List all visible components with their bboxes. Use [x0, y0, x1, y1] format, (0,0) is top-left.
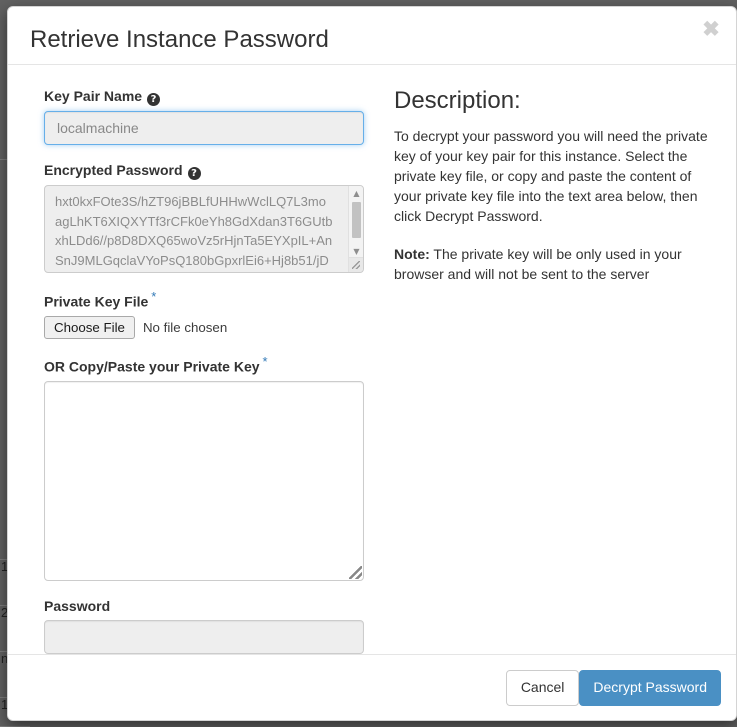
scrollbar-thumb[interactable]: [352, 202, 361, 238]
encrypted-password-textarea[interactable]: hxt0kxFOte3S/hZT96jBBLfUHHwWclLQ7L3moagL…: [44, 185, 364, 273]
description-note: Note: The private key will be only used …: [394, 244, 719, 284]
private-key-paste-label-text: OR Copy/Paste your Private Key: [44, 358, 260, 375]
textarea-resize-handle[interactable]: [349, 565, 362, 579]
file-status-text: No file chosen: [142, 320, 228, 336]
keypair-name-input[interactable]: [44, 111, 364, 145]
cancel-button[interactable]: Cancel: [505, 670, 580, 706]
note-label: Note:: [394, 245, 430, 262]
note-body: The private key will be only used in you…: [394, 245, 682, 282]
textarea-scrollbar[interactable]: ▲ ▼: [348, 186, 363, 259]
encrypted-password-value: hxt0kxFOte3S/hZT96jBBLfUHHwWclLQ7L3moagL…: [55, 194, 333, 268]
form-column: Key Pair Name? Encrypted Password? hxt0k…: [44, 87, 364, 654]
private-key-paste-label: OR Copy/Paste your Private Key *: [44, 354, 364, 376]
textarea-resize-handle[interactable]: [348, 257, 363, 272]
dialog-header: Retrieve Instance Password ✖: [8, 7, 736, 65]
footer-button-group: Cancel Decrypt Password: [505, 670, 721, 706]
decrypt-password-button[interactable]: Decrypt Password: [579, 670, 721, 706]
encrypted-password-label: Encrypted Password?: [44, 161, 364, 180]
private-key-textarea-wrap: [44, 380, 364, 581]
close-icon[interactable]: ✖: [698, 17, 724, 43]
required-marker: *: [151, 289, 157, 304]
encrypted-password-label-text: Encrypted Password: [44, 162, 183, 178]
dialog-footer: Cancel Decrypt Password: [8, 654, 736, 720]
retrieve-instance-password-dialog: Retrieve Instance Password ✖ Key Pair Na…: [7, 6, 737, 721]
dialog-body: Key Pair Name? Encrypted Password? hxt0k…: [8, 65, 736, 670]
description-body: To decrypt your password you will need t…: [394, 127, 708, 224]
description-heading: Description:: [394, 87, 521, 114]
private-key-textarea[interactable]: [44, 380, 364, 581]
password-output-input[interactable]: [44, 619, 364, 654]
required-marker: *: [262, 353, 268, 369]
private-key-file-input[interactable]: Choose File No file chosen: [44, 316, 364, 340]
password-label: Password: [44, 597, 111, 614]
private-key-file-label-text: Private Key File: [44, 293, 149, 310]
dialog-title: Retrieve Instance Password: [30, 26, 329, 53]
description-column: Description: To decrypt your password yo…: [394, 87, 719, 302]
keypair-name-label: Key Pair Name?: [44, 87, 364, 106]
help-circle-icon[interactable]: ?: [187, 167, 201, 180]
private-key-file-label: Private Key File *: [44, 289, 364, 311]
scroll-up-icon[interactable]: ▲: [349, 186, 363, 201]
help-circle-icon[interactable]: ?: [147, 93, 161, 106]
keypair-name-label-text: Key Pair Name: [44, 88, 143, 104]
choose-file-button[interactable]: Choose File: [44, 316, 135, 340]
